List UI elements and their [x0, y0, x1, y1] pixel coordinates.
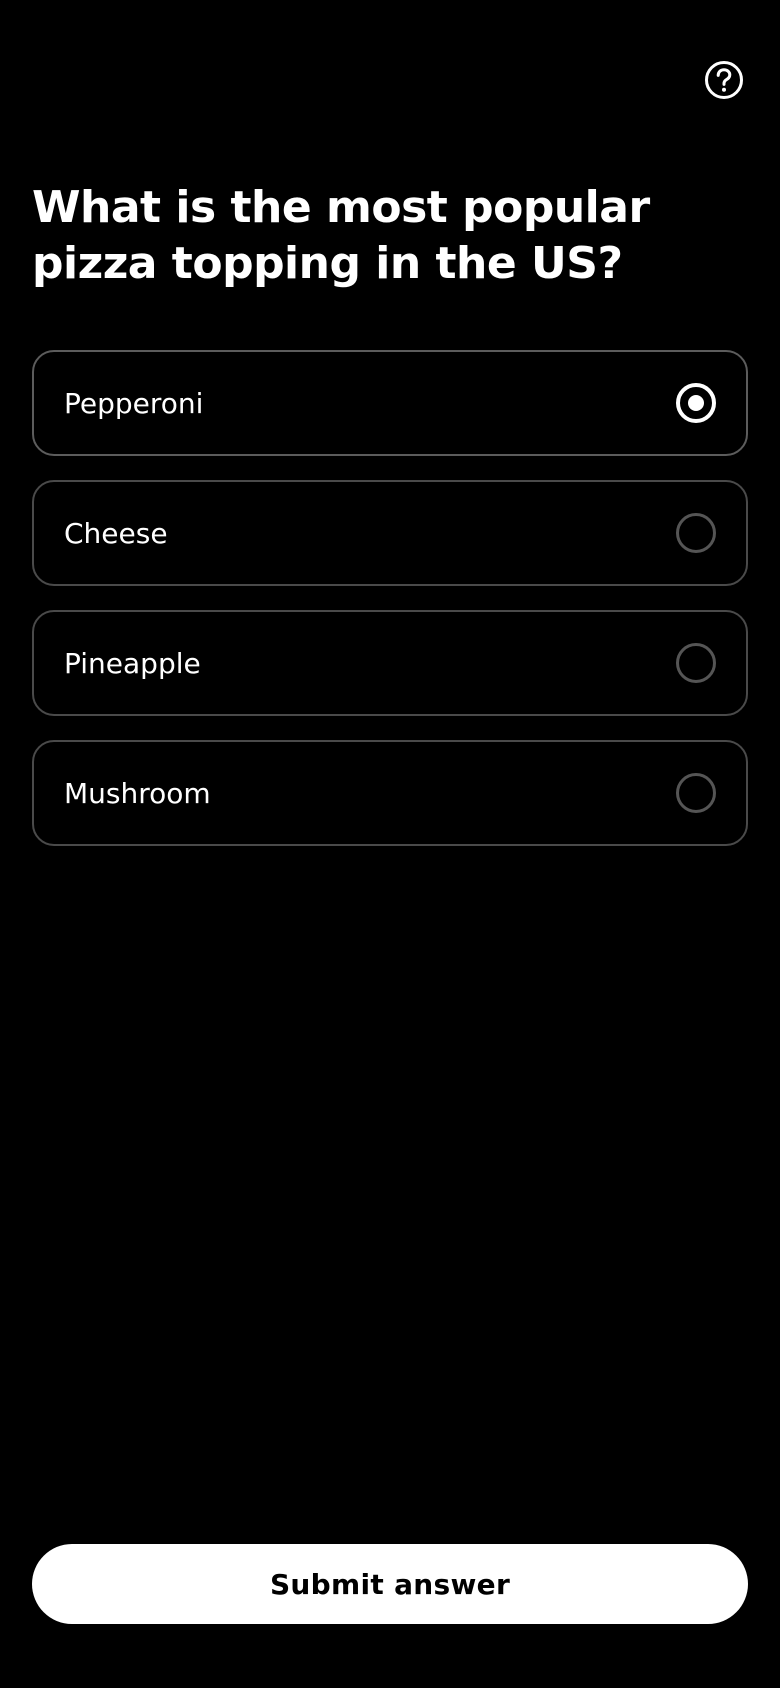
option-cheese[interactable]: Cheese	[32, 480, 748, 586]
answer-options: Pepperoni Cheese Pineapple Mushroom	[32, 350, 748, 870]
help-button[interactable]	[704, 60, 744, 100]
option-label: Cheese	[64, 516, 168, 550]
option-mushroom[interactable]: Mushroom	[32, 740, 748, 846]
option-pepperoni[interactable]: Pepperoni	[32, 350, 748, 456]
question-circle-icon	[705, 61, 743, 99]
option-pineapple[interactable]: Pineapple	[32, 610, 748, 716]
radio-selected-icon[interactable]	[676, 383, 716, 423]
radio-unselected-icon[interactable]	[676, 773, 716, 813]
radio-unselected-icon[interactable]	[676, 643, 716, 683]
submit-answer-button[interactable]: Submit answer	[32, 1544, 748, 1624]
option-label: Pepperoni	[64, 386, 204, 420]
radio-unselected-icon[interactable]	[676, 513, 716, 553]
question-title: What is the most popular pizza topping i…	[32, 182, 650, 289]
radio-dot	[688, 395, 704, 411]
option-label: Pineapple	[64, 646, 201, 680]
option-label: Mushroom	[64, 776, 211, 810]
